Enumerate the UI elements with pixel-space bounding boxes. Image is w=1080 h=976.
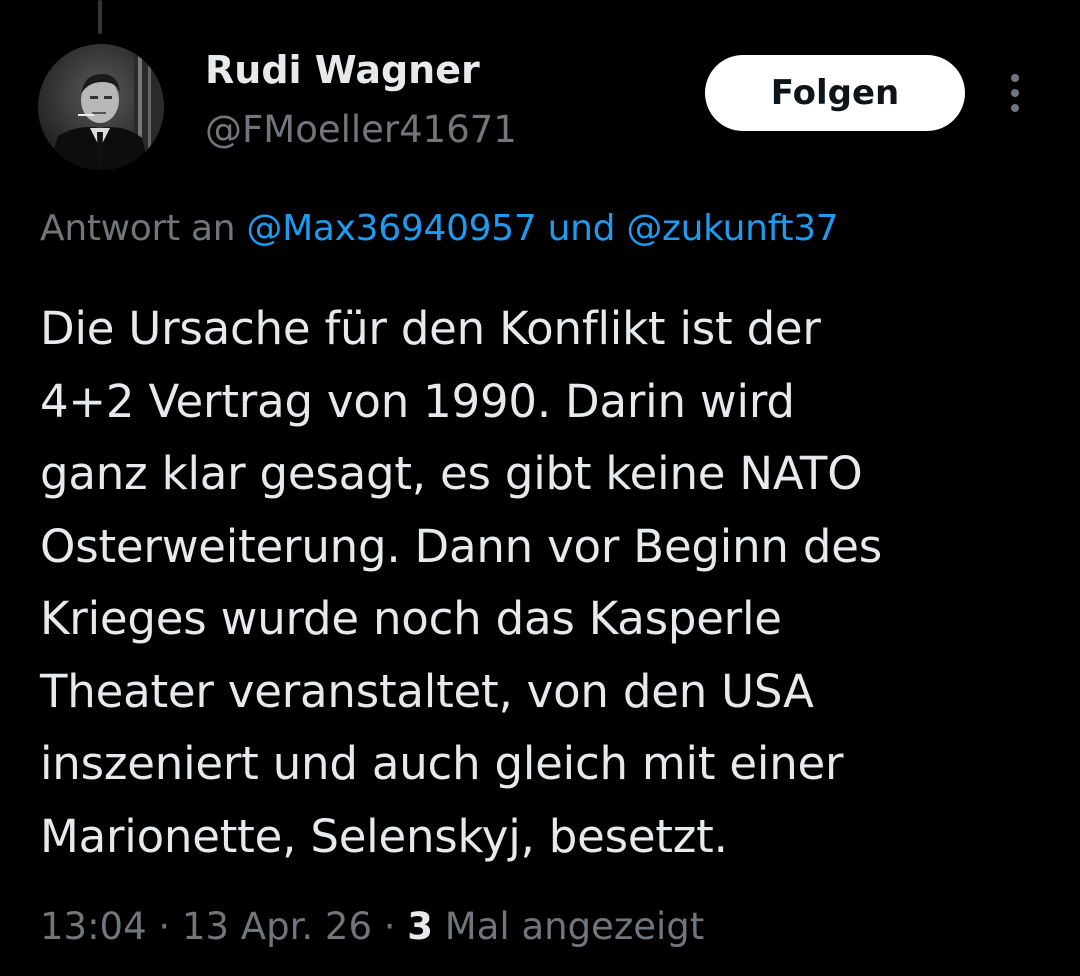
tweet-time[interactable]: 13:04 — [40, 905, 147, 948]
mention-link-1[interactable]: @Max36940957 — [246, 208, 536, 249]
reply-context: Antwort an @Max36940957 und @zukunft37 — [40, 208, 839, 249]
follow-button[interactable]: Folgen — [705, 55, 965, 131]
tweet-date[interactable]: 13 Apr. 26 — [182, 905, 372, 948]
mention-link-2[interactable]: @zukunft37 — [626, 208, 838, 249]
thread-connector-line — [98, 0, 102, 34]
tweet-meta: 13:04 · 13 Apr. 26 · 3 Mal angezeigt — [40, 905, 704, 948]
reply-prefix: Antwort an — [40, 208, 247, 249]
author-handle[interactable]: @FMoeller41671 — [205, 108, 517, 151]
author-avatar[interactable] — [38, 44, 164, 170]
meta-separator: · — [372, 905, 408, 948]
vertical-ellipsis-icon[interactable] — [1000, 70, 1030, 116]
avatar-photo-icon — [38, 44, 164, 170]
views-count[interactable]: 3 — [407, 905, 433, 948]
reply-connector: und — [536, 208, 627, 249]
author-name[interactable]: Rudi Wagner — [205, 48, 480, 92]
views-label[interactable]: Mal angezeigt — [433, 905, 704, 948]
meta-separator: · — [146, 905, 182, 948]
tweet-text: Die Ursache für den Konflikt ist der 4+2… — [40, 302, 882, 863]
